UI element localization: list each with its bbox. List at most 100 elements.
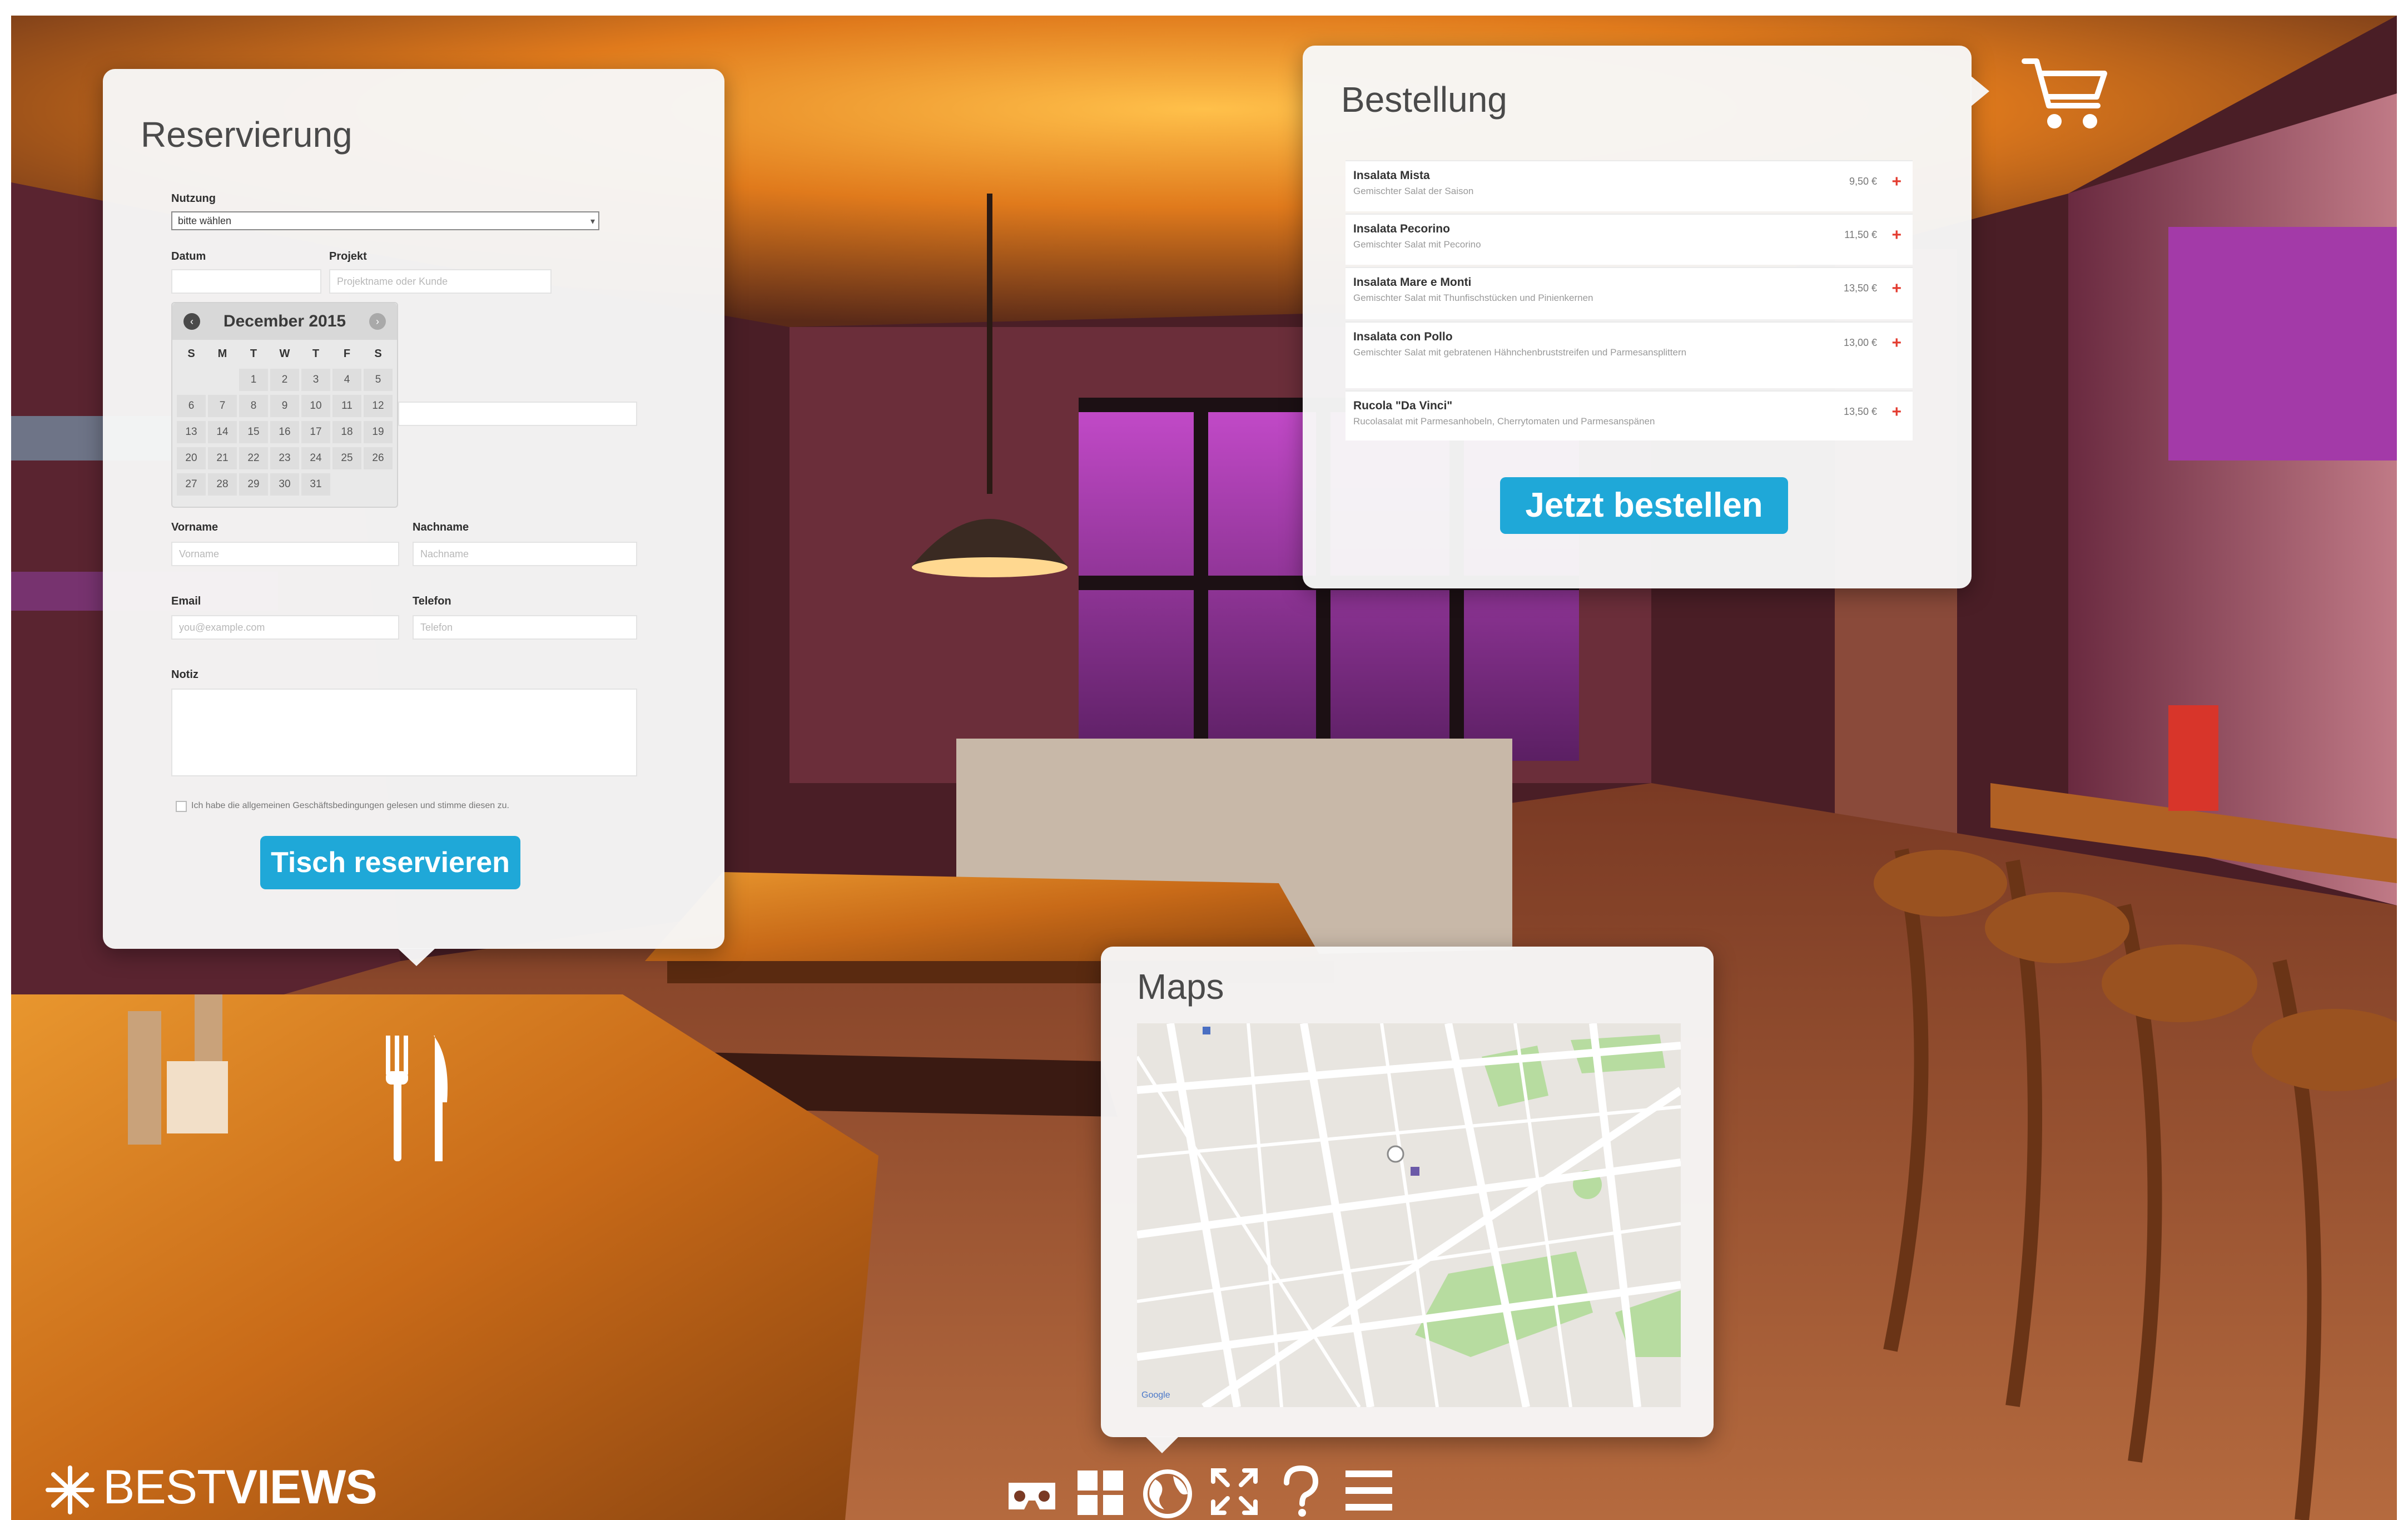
calendar-day[interactable]: 12	[364, 395, 393, 417]
order-item-row: Insalata con Pollo Gemischter Salat mit g…	[1345, 321, 1913, 388]
terms-checkbox[interactable]	[176, 801, 187, 812]
calendar-day[interactable]: 23	[270, 447, 299, 469]
calendar-day	[208, 369, 237, 391]
notes-textarea[interactable]	[171, 689, 637, 776]
calendar-day[interactable]: 31	[301, 473, 330, 496]
order-item-row: Insalata Mista Gemischter Salat der Saiso…	[1345, 160, 1913, 211]
map-tiles	[1137, 1023, 1681, 1407]
reservation-panel-pointer	[398, 948, 435, 966]
calendar-day[interactable]: 28	[208, 473, 237, 496]
calendar-day	[364, 473, 393, 496]
email-input[interactable]: you@example.com	[171, 615, 399, 640]
date-input[interactable]	[171, 269, 321, 294]
date-picker-calendar[interactable]: ‹ December 2015 › S M T W T F S 1 2 3 4 5 6 7 8 9 10 11 12…	[171, 302, 398, 508]
notes-label: Notiz	[171, 669, 198, 681]
menu-icon[interactable]	[1342, 1463, 1396, 1518]
cutlery-hotspot-icon[interactable]	[378, 1036, 456, 1163]
calendar-day[interactable]: 26	[364, 447, 393, 469]
virtual-tour-viewer[interactable]: Reservierung Nutzung bitte wählen ▾ Datu…	[0, 0, 2408, 1520]
add-to-cart-icon[interactable]: +	[1891, 335, 1901, 351]
order-item-price: 11,50 €	[1844, 229, 1877, 240]
calendar-day[interactable]: 27	[177, 473, 206, 496]
order-item-name: Insalata Mare e Monti	[1353, 276, 1472, 289]
calendar-day[interactable]: 22	[239, 447, 268, 469]
calendar-next-icon[interactable]: ›	[369, 313, 386, 330]
lastname-label: Nachname	[413, 521, 469, 533]
brand-best: BEST	[103, 1460, 226, 1514]
map-view[interactable]: Google	[1137, 1023, 1681, 1407]
calendar-month-title: December 2015	[223, 312, 346, 330]
add-to-cart-icon[interactable]: +	[1891, 404, 1901, 420]
calendar-day[interactable]: 11	[332, 395, 361, 417]
calendar-weekday: W	[279, 348, 290, 360]
order-item-row: Rucola "Da Vinci" Rucolasalat mit Parmesa…	[1345, 390, 1913, 440]
order-item-name: Rucola "Da Vinci"	[1353, 399, 1453, 412]
order-item-description: Rucolasalat mit Parmesanhobeln, Cherryto…	[1353, 416, 1655, 427]
cart-icon[interactable]	[2021, 56, 2110, 133]
order-title: Bestellung	[1341, 80, 1507, 120]
calendar-day[interactable]: 2	[270, 369, 299, 391]
help-icon[interactable]	[1279, 1463, 1323, 1518]
calendar-day[interactable]: 29	[239, 473, 268, 496]
calendar-day[interactable]: 5	[364, 369, 393, 391]
order-item-price: 13,50 €	[1843, 406, 1877, 417]
calendar-day[interactable]: 3	[301, 369, 330, 391]
order-item-description: Gemischter Salat mit gebratenen Hähnchen…	[1353, 347, 1687, 358]
add-to-cart-icon[interactable]: +	[1891, 174, 1901, 190]
reservation-title: Reservierung	[141, 115, 352, 155]
globe-icon[interactable]	[1140, 1463, 1195, 1518]
terms-text: Ich habe die allgemeinen Geschäftsbeding…	[191, 801, 509, 810]
project-input[interactable]: Projektname oder Kunde	[329, 269, 552, 294]
calendar-day[interactable]: 6	[177, 395, 206, 417]
order-item-row: Insalata Mare e Monti Gemischter Salat mi…	[1345, 267, 1913, 319]
firstname-input[interactable]: Vorname	[171, 542, 399, 566]
email-label: Email	[171, 595, 201, 607]
calendar-day	[332, 473, 361, 496]
calendar-weekday: F	[343, 348, 351, 360]
calendar-day[interactable]: 24	[301, 447, 330, 469]
calendar-weekday: T	[250, 348, 257, 360]
add-to-cart-icon[interactable]: +	[1891, 227, 1901, 244]
order-item-description: Gemischter Salat mit Thunfischstücken un…	[1353, 293, 1593, 303]
calendar-day[interactable]: 14	[208, 421, 237, 443]
usage-select[interactable]: bitte wählen ▾	[171, 211, 599, 230]
order-now-button[interactable]: Jetzt bestellen	[1500, 477, 1788, 534]
bestviews-logo-icon	[46, 1465, 95, 1514]
calendar-day[interactable]: 17	[301, 421, 330, 443]
calendar-day[interactable]: 10	[301, 395, 330, 417]
calendar-day[interactable]: 8	[239, 395, 268, 417]
maps-title: Maps	[1137, 967, 1224, 1007]
vr-glasses-icon[interactable]	[1005, 1463, 1059, 1518]
calendar-day[interactable]: 18	[332, 421, 361, 443]
calendar-day[interactable]: 25	[332, 447, 361, 469]
calendar-day[interactable]: 15	[239, 421, 268, 443]
firstname-label: Vorname	[171, 521, 219, 533]
add-to-cart-icon[interactable]: +	[1891, 280, 1901, 297]
order-panel-pointer	[1970, 76, 1989, 107]
chevron-down-icon: ▾	[590, 217, 595, 226]
calendar-day[interactable]: 1	[239, 369, 268, 391]
calendar-day	[177, 369, 206, 391]
order-item-price: 9,50 €	[1849, 176, 1877, 187]
date-label: Datum	[171, 250, 206, 263]
thumbnails-icon[interactable]	[1074, 1463, 1128, 1518]
calendar-day[interactable]: 21	[208, 447, 237, 469]
calendar-day[interactable]: 4	[332, 369, 361, 391]
calendar-day[interactable]: 20	[177, 447, 206, 469]
calendar-day[interactable]: 7	[208, 395, 237, 417]
reserve-table-button[interactable]: Tisch reservieren	[260, 836, 520, 889]
lastname-input[interactable]: Nachname	[413, 542, 637, 566]
project-label: Projekt	[329, 250, 367, 263]
fullscreen-icon[interactable]	[1208, 1463, 1261, 1518]
phone-input[interactable]: Telefon	[413, 615, 637, 640]
bestviews-wordmark: BESTVIEWS	[103, 1460, 378, 1515]
time-input[interactable]	[398, 402, 637, 426]
order-item-name: Insalata Mista	[1353, 169, 1430, 182]
calendar-day[interactable]: 13	[177, 421, 206, 443]
order-item-price: 13,50 €	[1843, 283, 1877, 294]
calendar-day[interactable]: 30	[270, 473, 299, 496]
calendar-day[interactable]: 16	[270, 421, 299, 443]
usage-select-value: bitte wählen	[178, 215, 232, 226]
calendar-day[interactable]: 19	[364, 421, 393, 443]
calendar-day[interactable]: 9	[270, 395, 299, 417]
